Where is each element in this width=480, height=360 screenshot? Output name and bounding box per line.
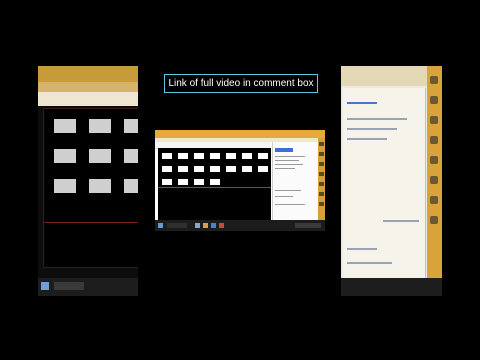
shape-rect[interactable]: [226, 166, 236, 172]
shape-rect[interactable]: [162, 166, 172, 172]
shape-rect[interactable]: [242, 153, 252, 159]
right-properties-panel: [343, 88, 426, 278]
tool-icon[interactable]: [319, 142, 324, 146]
shape-rect: [89, 149, 111, 163]
text-line: [275, 168, 295, 169]
video-caption: Link of full video in comment box: [164, 74, 318, 93]
tool-icon[interactable]: [319, 182, 324, 186]
shape-rect[interactable]: [210, 166, 220, 172]
shape-rect[interactable]: [210, 153, 220, 159]
tool-icon[interactable]: [430, 96, 438, 104]
shape-rect[interactable]: [194, 166, 204, 172]
canvas[interactable]: [158, 148, 271, 220]
shape-rect: [89, 119, 111, 133]
tool-icon[interactable]: [319, 202, 324, 206]
left-toolbar: [38, 82, 138, 92]
shape-rect[interactable]: [178, 153, 188, 159]
shape-rect[interactable]: [226, 153, 236, 159]
text-line: [275, 204, 305, 205]
tool-icon[interactable]: [430, 196, 438, 204]
shape-rect: [54, 179, 76, 193]
system-tray[interactable]: [295, 223, 321, 228]
shape-rect: [124, 179, 138, 193]
shape-rect: [124, 119, 138, 133]
tool-icon[interactable]: [319, 152, 324, 156]
text-line: [275, 196, 293, 197]
text-line: [347, 128, 397, 130]
shape-rect: [54, 149, 76, 163]
action-button[interactable]: [347, 102, 377, 104]
tool-icon[interactable]: [430, 116, 438, 124]
text-line: [347, 248, 377, 250]
shape-rect[interactable]: [194, 153, 204, 159]
text-line: [275, 164, 303, 165]
tool-icon[interactable]: [319, 162, 324, 166]
shape-rect[interactable]: [178, 166, 188, 172]
shape-rect[interactable]: [162, 153, 172, 159]
shape-rect[interactable]: [178, 179, 188, 185]
search-icon[interactable]: [54, 282, 84, 290]
search-icon[interactable]: [167, 223, 187, 228]
text-line: [275, 160, 299, 161]
shape-rect: [54, 119, 76, 133]
tool-icon[interactable]: [430, 76, 438, 84]
shape-rect[interactable]: [258, 166, 268, 172]
shape-rect[interactable]: [258, 153, 268, 159]
divider-line: [158, 187, 271, 188]
text-line: [347, 118, 407, 120]
left-background-panel: [38, 66, 138, 296]
start-icon[interactable]: [41, 282, 49, 290]
center-screenshot: [155, 130, 325, 231]
tool-column: [318, 138, 325, 220]
divider-line: [43, 222, 138, 223]
text-line: [275, 190, 301, 191]
tool-icon[interactable]: [430, 176, 438, 184]
left-canvas: [43, 108, 138, 268]
properties-panel: [272, 142, 319, 220]
left-title-bar: [38, 66, 138, 82]
shape-rect[interactable]: [210, 179, 220, 185]
shape-rect[interactable]: [194, 179, 204, 185]
title-bar: [155, 130, 325, 138]
shape-rect: [89, 179, 111, 193]
start-icon[interactable]: [158, 223, 163, 228]
right-taskbar: [341, 278, 442, 296]
left-taskbar: [38, 278, 138, 296]
text-line: [347, 138, 387, 140]
right-background-panel: [341, 66, 442, 296]
app-icon[interactable]: [203, 223, 208, 228]
tool-icon[interactable]: [430, 156, 438, 164]
text-line: [275, 156, 305, 157]
shape-rect: [124, 149, 138, 163]
text-line: [347, 262, 392, 264]
shape-rect[interactable]: [162, 179, 172, 185]
app-icon[interactable]: [211, 223, 216, 228]
shape-rect[interactable]: [242, 166, 252, 172]
text-line: [383, 220, 419, 222]
tool-icon[interactable]: [430, 136, 438, 144]
tool-icon[interactable]: [319, 192, 324, 196]
apply-button[interactable]: [275, 148, 293, 152]
app-icon[interactable]: [195, 223, 200, 228]
tool-icon[interactable]: [319, 172, 324, 176]
left-address-strip: [38, 92, 138, 106]
tool-icon[interactable]: [430, 216, 438, 224]
app-icon[interactable]: [219, 223, 224, 228]
